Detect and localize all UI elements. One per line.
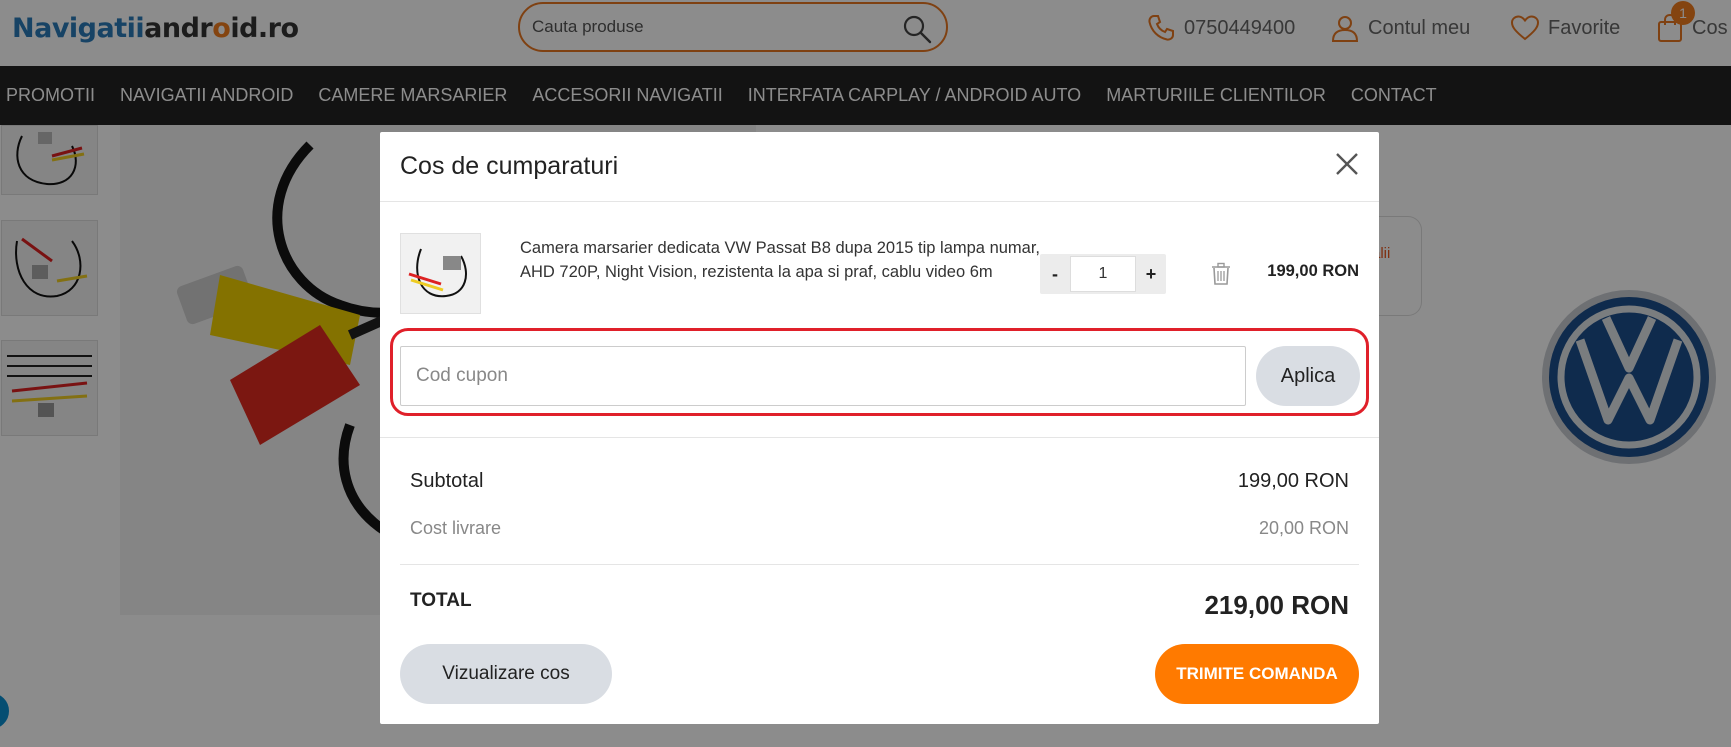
subtotal-row: Subtotal 199,00 RON xyxy=(410,470,1349,500)
shipping-value: 20,00 RON xyxy=(1258,518,1349,538)
coupon-section-highlight: Aplica xyxy=(390,328,1369,416)
cart-item-image[interactable] xyxy=(400,233,481,314)
product-image xyxy=(408,248,467,298)
send-order-button[interactable]: TRIMITE COMANDA xyxy=(1155,644,1359,704)
shipping-row: Cost livrare 20,00 RON xyxy=(410,518,1349,548)
apply-coupon-button[interactable]: Aplica xyxy=(1256,346,1360,406)
trash-icon[interactable] xyxy=(1210,262,1232,286)
cart-modal: Cos de cumparaturi Camera marsarier dedi… xyxy=(380,132,1379,724)
subtotal-value: 199,00 RON xyxy=(1237,470,1349,492)
total-row: TOTAL 219,00 RON xyxy=(410,588,1349,628)
quantity-input[interactable] xyxy=(1070,256,1136,292)
quantity-stepper: - + xyxy=(1040,254,1166,294)
cart-item-price: 199,00 RON xyxy=(1267,262,1359,280)
summary-divider xyxy=(400,564,1359,565)
total-label: TOTAL xyxy=(410,590,472,611)
cart-item-name[interactable]: Camera marsarier dedicata VW Passat B8 d… xyxy=(520,236,1040,284)
view-cart-button[interactable]: Vizualizare cos xyxy=(400,644,612,704)
subtotal-label: Subtotal xyxy=(410,470,484,492)
cart-item: Camera marsarier dedicata VW Passat B8 d… xyxy=(400,232,1359,316)
coupon-code-input[interactable] xyxy=(400,346,1246,406)
quantity-increase-button[interactable]: + xyxy=(1136,254,1166,294)
modal-title: Cos de cumparaturi xyxy=(400,152,619,180)
section-divider xyxy=(380,437,1379,438)
shipping-label: Cost livrare xyxy=(410,518,502,538)
total-value: 219,00 RON xyxy=(1204,590,1349,620)
modal-header: Cos de cumparaturi xyxy=(380,132,1379,202)
quantity-decrease-button[interactable]: - xyxy=(1040,254,1070,294)
close-icon[interactable] xyxy=(1331,148,1363,180)
